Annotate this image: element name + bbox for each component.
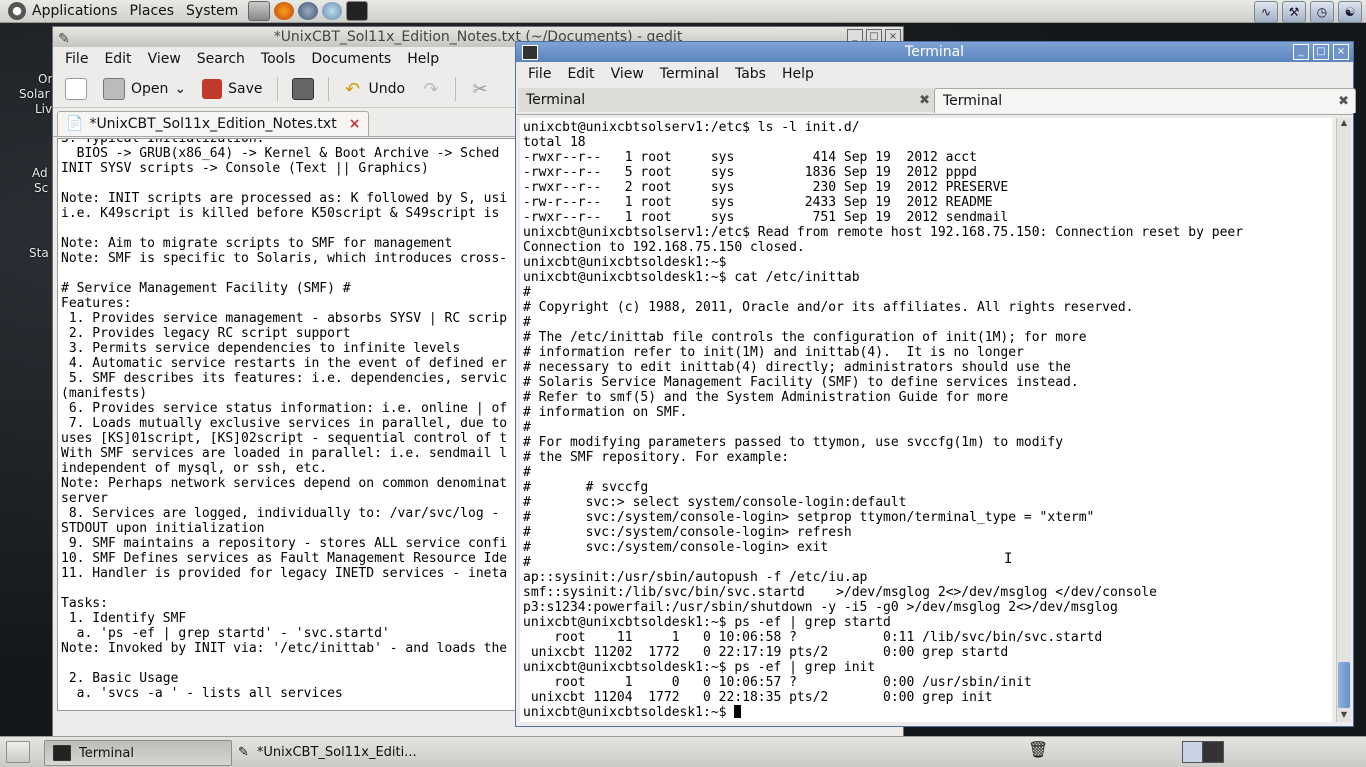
file-manager-launcher-icon[interactable] xyxy=(248,1,271,21)
document-tab[interactable]: 📄 *UnixCBT_Sol11x_Edition_Notes.txt × xyxy=(57,111,370,136)
terminal-window: Terminal _ □ × File Edit View Terminal T… xyxy=(515,41,1356,727)
gnome-foot-icon[interactable]: ● xyxy=(8,2,26,20)
terminal-menubar: File Edit View Terminal Tabs Help xyxy=(516,62,1353,86)
open-label: Open xyxy=(131,81,169,97)
text-document-icon: 📄 xyxy=(66,116,84,132)
toolbar-separator xyxy=(276,77,278,101)
taskbar-terminal[interactable]: Terminal xyxy=(44,740,232,766)
scroll-up-arrow-icon[interactable]: ▲ xyxy=(1337,118,1351,130)
save-button[interactable]: Save xyxy=(196,75,268,103)
system-monitor-icon[interactable]: ∿ xyxy=(1254,1,1278,23)
undo-button[interactable]: ↶ Undo xyxy=(337,75,412,103)
terminal-tab-1[interactable]: Terminal ✖ xyxy=(518,88,936,112)
toolbar-separator xyxy=(455,77,457,101)
menu-documents[interactable]: Documents xyxy=(303,51,399,67)
taskbar-label: Terminal xyxy=(79,745,134,761)
menu-search[interactable]: Search xyxy=(189,51,253,67)
undo-label: Undo xyxy=(368,81,406,97)
terminal-tab-2[interactable]: Terminal ✖ xyxy=(934,88,1356,113)
close-tab-icon[interactable]: ✖ xyxy=(1338,94,1349,109)
close-button[interactable]: × xyxy=(1333,44,1349,60)
accessibility-icon[interactable]: ☯ xyxy=(1338,1,1362,23)
document-tab-label: *UnixCBT_Sol11x_Edition_Notes.txt xyxy=(89,116,337,132)
update-launcher-icon[interactable] xyxy=(322,2,343,20)
gedit-icon: ✎ xyxy=(238,744,249,760)
redo-icon: ↷ xyxy=(423,79,439,100)
gedit-app-icon: ✎ xyxy=(58,31,70,47)
terminal-tab-label: Terminal xyxy=(943,93,1003,109)
chevron-down-icon[interactable]: ⌄ xyxy=(174,81,186,97)
open-folder-icon xyxy=(103,78,125,100)
workspace-2[interactable] xyxy=(1202,741,1224,763)
menu-tabs[interactable]: Tabs xyxy=(727,66,774,82)
desktop-icon-label[interactable]: Solar xyxy=(19,87,50,101)
trash-icon[interactable]: 🗑 xyxy=(1028,740,1048,762)
applications-menu[interactable]: Applications xyxy=(26,3,124,19)
desktop-icon-label[interactable]: Or xyxy=(38,72,52,86)
redo-button[interactable]: ↷ xyxy=(415,75,447,103)
menu-help[interactable]: Help xyxy=(774,66,822,82)
firefox-launcher-icon[interactable] xyxy=(274,2,295,20)
desktop-icon-label[interactable]: Sta xyxy=(29,246,49,260)
menu-view[interactable]: View xyxy=(140,51,189,67)
terminal-title: Terminal xyxy=(904,44,965,60)
menu-file[interactable]: File xyxy=(520,66,559,82)
desktop-icon-label[interactable]: Ad xyxy=(32,166,48,180)
menu-help[interactable]: Help xyxy=(399,51,447,67)
cut-icon: ✂ xyxy=(472,79,488,100)
desktop-icon-label[interactable]: Sc xyxy=(34,181,48,195)
maximize-button[interactable]: □ xyxy=(1313,44,1329,60)
terminal-icon xyxy=(53,745,71,761)
new-button[interactable] xyxy=(59,75,93,103)
new-document-icon xyxy=(65,78,87,100)
system-menu[interactable]: System xyxy=(180,3,244,19)
mail-launcher-icon[interactable] xyxy=(298,2,319,20)
clock-icon[interactable]: ◷ xyxy=(1310,1,1334,23)
close-tab-icon[interactable]: × xyxy=(349,116,361,132)
undo-icon: ↶ xyxy=(344,79,361,100)
close-tab-icon[interactable]: ✖ xyxy=(919,93,930,108)
scrollbar-thumb[interactable] xyxy=(1338,662,1350,708)
scroll-down-arrow-icon[interactable]: ▼ xyxy=(1337,710,1351,722)
save-icon xyxy=(202,79,223,99)
terminal-scrollbar[interactable]: ▲ ▼ xyxy=(1336,118,1351,722)
print-button[interactable] xyxy=(286,75,320,103)
menu-terminal[interactable]: Terminal xyxy=(652,66,727,82)
places-menu[interactable]: Places xyxy=(124,3,181,19)
minimize-button[interactable]: _ xyxy=(1293,44,1309,60)
terminal-titlebar[interactable]: Terminal _ □ × xyxy=(516,42,1353,62)
open-button[interactable]: Open ⌄ xyxy=(97,75,192,103)
top-panel: ● Applications Places System ∿ ⚒ ◷ ☯ xyxy=(0,0,1366,23)
taskbar-label: *UnixCBT_Sol11x_Editi... xyxy=(256,744,417,760)
terminal-output[interactable]: unixcbt@unixcbtsolserv1:/etc$ ls -l init… xyxy=(520,118,1332,722)
system-tray: ∿ ⚒ ◷ ☯ xyxy=(1254,1,1362,23)
text-cursor xyxy=(734,705,742,718)
menu-edit[interactable]: Edit xyxy=(96,51,139,67)
taskbar-gedit[interactable]: ✎ *UnixCBT_Sol11x_Editi... xyxy=(230,740,436,764)
ibeam-cursor-icon: I xyxy=(1004,551,1013,567)
cut-button[interactable]: ✂ xyxy=(464,75,496,103)
toolbar-separator xyxy=(327,77,329,101)
show-desktop-button[interactable] xyxy=(6,741,30,763)
menu-tools[interactable]: Tools xyxy=(253,51,304,67)
terminal-launcher-icon[interactable] xyxy=(346,1,369,21)
menu-file[interactable]: File xyxy=(57,51,96,67)
terminal-app-icon xyxy=(522,45,538,60)
workspace-1[interactable] xyxy=(1182,741,1204,763)
print-icon xyxy=(291,78,314,100)
desktop-icon-label[interactable]: Liv xyxy=(35,102,52,116)
terminal-tab-label: Terminal xyxy=(526,92,586,108)
tools-icon[interactable]: ⚒ xyxy=(1282,1,1306,23)
terminal-tabbar: Terminal ✖ Terminal ✖ xyxy=(516,86,1356,115)
bottom-panel: Terminal ✎ *UnixCBT_Sol11x_Editi... 🗑 xyxy=(0,736,1366,767)
menu-view[interactable]: View xyxy=(603,66,652,82)
terminal-screen[interactable]: unixcbt@unixcbtsolserv1:/etc$ ls -l init… xyxy=(520,118,1332,722)
menu-edit[interactable]: Edit xyxy=(559,66,602,82)
save-label: Save xyxy=(228,81,263,97)
